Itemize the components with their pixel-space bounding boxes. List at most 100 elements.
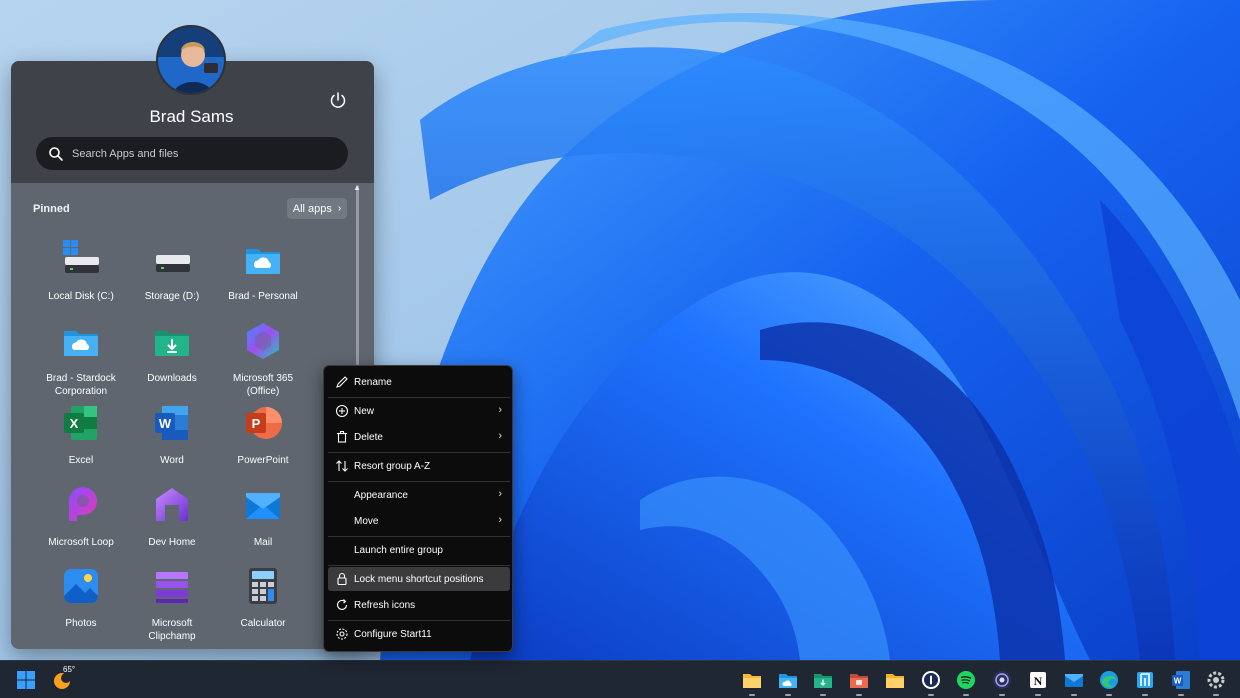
menu-item-label: Lock menu shortcut positions xyxy=(354,573,484,585)
clipchamp-icon xyxy=(156,572,188,603)
menu-item-lock-positions[interactable]: Lock menu shortcut positions xyxy=(328,567,510,591)
tile-label: Brad - Stardock Corporation xyxy=(46,373,116,397)
pinned-app-downloads[interactable]: Downloads xyxy=(126,321,218,399)
pinned-app-brad-personal[interactable]: Brad - Personal xyxy=(217,239,309,317)
taskbar-downloads[interactable] xyxy=(811,668,835,692)
svg-text:P: P xyxy=(252,416,261,431)
tile-label: Excel xyxy=(68,455,94,466)
menu-item-delete[interactable]: Delete › xyxy=(328,425,510,449)
search-box[interactable] xyxy=(36,137,348,170)
menu-item-label: Move xyxy=(354,515,379,527)
menu-item-appearance[interactable]: Appearance › xyxy=(328,483,510,507)
menu-item-launch-group[interactable]: Launch entire group xyxy=(328,538,510,562)
pinned-app-dev-home[interactable]: Dev Home xyxy=(126,485,218,563)
menu-separator xyxy=(328,565,510,566)
running-indicator xyxy=(928,694,934,696)
powerpoint-icon: P xyxy=(246,407,282,439)
lock-icon xyxy=(337,572,347,586)
calculator-icon xyxy=(249,568,277,604)
chevron-right-icon: › xyxy=(337,203,342,214)
pencil-icon xyxy=(336,376,348,388)
pinned-app-brad-stardock[interactable]: Brad - Stardock Corporation xyxy=(35,321,127,399)
tile-label: Microsoft Clipchamp xyxy=(148,618,196,642)
pinned-app-microsoft-365[interactable]: Microsoft 365 (Office) xyxy=(217,321,309,399)
taskbar-spotify[interactable] xyxy=(954,668,978,692)
pinned-app-photos[interactable]: Photos xyxy=(35,566,127,644)
search-input[interactable] xyxy=(72,147,322,160)
taskbar-settings[interactable] xyxy=(1204,668,1228,692)
photos-icon xyxy=(64,569,98,603)
user-avatar[interactable] xyxy=(156,25,226,95)
running-indicator xyxy=(999,694,1005,696)
menu-separator xyxy=(328,620,510,621)
chevron-right-icon: › xyxy=(498,404,502,416)
downloads-folder-icon xyxy=(155,331,189,356)
taskbar-folder[interactable] xyxy=(883,668,907,692)
menu-item-new[interactable]: New › xyxy=(328,399,510,423)
pinned-app-calculator[interactable]: Calculator xyxy=(217,566,309,644)
all-apps-label: All apps xyxy=(292,202,332,215)
running-indicator xyxy=(785,694,791,696)
onedrive-folder-icon xyxy=(779,674,797,688)
notion-icon: N xyxy=(1030,672,1046,688)
pinned-app-storage[interactable]: Storage (D:) xyxy=(126,239,218,317)
taskbar-onedrive-folder[interactable] xyxy=(776,668,800,692)
menu-item-resort-group[interactable]: Resort group A-Z xyxy=(328,454,510,478)
tile-label: Storage (D:) xyxy=(144,291,200,302)
pinned-app-clipchamp[interactable]: Microsoft Clipchamp xyxy=(126,566,218,644)
menu-item-configure-start11[interactable]: Configure Start11 xyxy=(328,622,510,646)
pinned-app-powerpoint[interactable]: P PowerPoint xyxy=(217,403,309,481)
running-indicator xyxy=(820,694,826,696)
taskbar-file-explorer[interactable] xyxy=(740,668,764,692)
start-button[interactable] xyxy=(14,668,38,692)
svg-text:N: N xyxy=(1034,674,1043,688)
running-indicator xyxy=(1071,694,1077,696)
taskbar-to-do[interactable] xyxy=(1133,668,1157,692)
all-apps-button[interactable]: All apps › xyxy=(287,198,347,219)
refresh-icon xyxy=(336,599,348,610)
menu-separator xyxy=(328,452,510,453)
trash-icon xyxy=(337,431,347,443)
edge-icon xyxy=(1100,671,1118,689)
menu-separator xyxy=(328,536,510,537)
obs-icon xyxy=(993,671,1011,689)
excel-icon: X xyxy=(64,406,97,440)
running-indicator xyxy=(1213,694,1219,696)
running-indicator xyxy=(963,694,969,696)
dev-home-icon xyxy=(156,488,188,521)
running-indicator xyxy=(1106,694,1112,696)
pinned-heading: Pinned xyxy=(33,203,70,215)
storage-drive-icon xyxy=(156,255,190,272)
pinned-app-word[interactable]: W Word xyxy=(126,403,218,481)
plus-circle-icon xyxy=(335,404,349,418)
taskbar-edge[interactable] xyxy=(1097,668,1121,692)
to-do-icon xyxy=(1137,672,1153,688)
menu-item-label: Launch entire group xyxy=(354,544,443,556)
taskbar-word[interactable]: W xyxy=(1169,668,1193,692)
tile-label: Photos xyxy=(65,618,97,629)
taskbar-mail[interactable] xyxy=(1062,668,1086,692)
word-icon: W xyxy=(1172,671,1190,689)
menu-item-label: Refresh icons xyxy=(354,599,416,611)
svg-text:W: W xyxy=(159,416,172,431)
pinned-app-microsoft-loop[interactable]: Microsoft Loop xyxy=(35,485,127,563)
pinned-app-mail[interactable]: Mail xyxy=(217,485,309,563)
pinned-app-excel[interactable]: X Excel xyxy=(35,403,127,481)
menu-item-refresh-icons[interactable]: Refresh icons xyxy=(328,593,510,617)
running-indicator xyxy=(1142,694,1148,696)
tile-label: Dev Home xyxy=(148,537,196,548)
power-button[interactable] xyxy=(326,88,350,112)
menu-item-move[interactable]: Move › xyxy=(328,509,510,533)
taskbar-photos-folder[interactable] xyxy=(847,668,871,692)
windows-logo-icon xyxy=(17,671,35,689)
taskbar-notion[interactable]: N xyxy=(1026,668,1050,692)
tile-label: Downloads xyxy=(147,373,197,384)
menu-item-label: Appearance xyxy=(354,489,408,501)
power-icon xyxy=(330,92,346,108)
pinned-app-local-disk[interactable]: Local Disk (C:) xyxy=(35,239,127,317)
taskbar-obs[interactable] xyxy=(990,668,1014,692)
settings-icon xyxy=(1207,671,1225,689)
menu-item-rename[interactable]: Rename xyxy=(328,370,510,394)
taskbar-1password[interactable] xyxy=(919,668,943,692)
running-indicator xyxy=(749,694,755,696)
